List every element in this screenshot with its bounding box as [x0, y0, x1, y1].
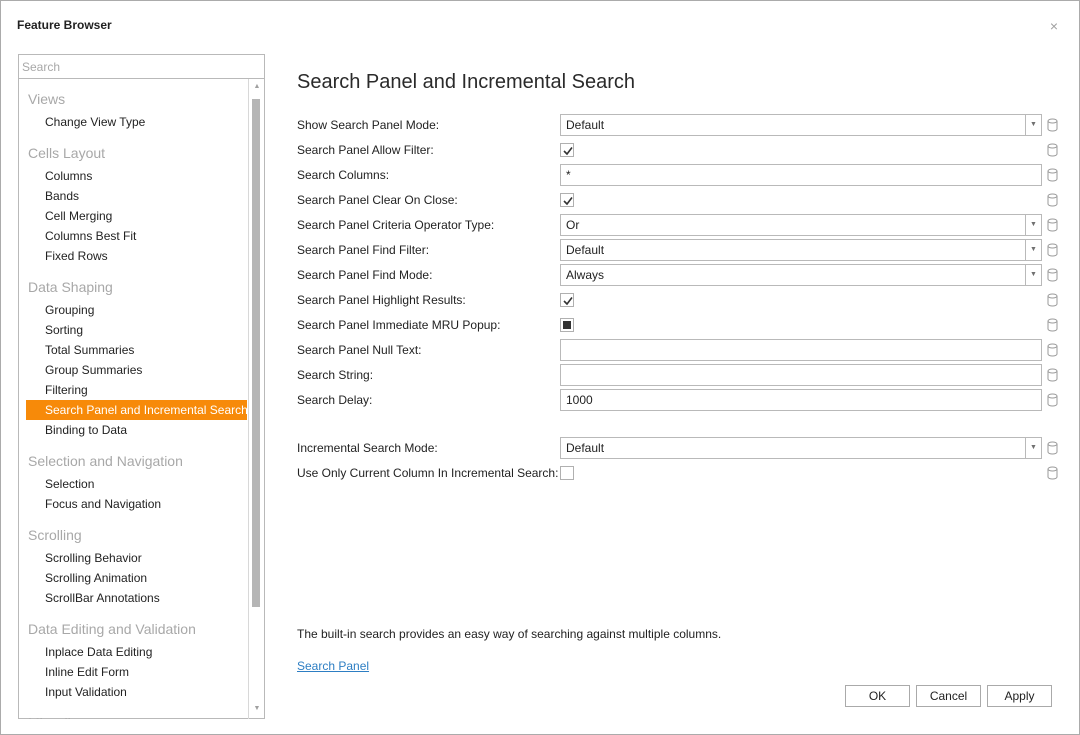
- property-combobox[interactable]: Default ▼: [560, 437, 1042, 459]
- chevron-down-icon[interactable]: ▼: [1025, 438, 1041, 458]
- combobox-value: Always: [566, 268, 605, 282]
- nav-item[interactable]: Columns: [26, 166, 247, 186]
- nav-item[interactable]: Selection: [26, 474, 247, 494]
- nav-category: Views: [28, 91, 66, 107]
- property-label: Search Panel Find Filter:: [297, 243, 430, 257]
- nav-item[interactable]: ScrollBar Annotations: [26, 588, 247, 608]
- property-label: Search Panel Allow Filter:: [297, 143, 434, 157]
- database-binding-icon[interactable]: [1047, 466, 1058, 480]
- property-text-input[interactable]: [560, 364, 1042, 386]
- database-binding-icon[interactable]: [1047, 343, 1058, 357]
- chevron-down-icon[interactable]: ▼: [1025, 215, 1041, 235]
- nav-item[interactable]: Sorting: [26, 320, 247, 340]
- nav-category: Miscellaneous: [28, 713, 117, 719]
- feature-list-scrollbar[interactable]: ▲ ▼: [248, 79, 264, 719]
- chevron-down-icon[interactable]: ▼: [1025, 115, 1041, 135]
- scroll-up-icon[interactable]: ▲: [253, 82, 261, 92]
- scrollbar-thumb[interactable]: [252, 99, 260, 607]
- combobox-value: Or: [566, 218, 580, 232]
- nav-item[interactable]: Grouping: [26, 300, 247, 320]
- feature-search-input[interactable]: [19, 55, 264, 79]
- nav-item[interactable]: Input Validation: [26, 682, 247, 702]
- property-checkbox[interactable]: [560, 293, 574, 307]
- nav-item[interactable]: Scrolling Animation: [26, 568, 247, 588]
- property-label: Search Panel Find Mode:: [297, 268, 433, 282]
- property-label: Search Panel Immediate MRU Popup:: [297, 318, 501, 332]
- property-combobox[interactable]: Always ▼: [560, 264, 1042, 286]
- nav-item[interactable]: Total Summaries: [26, 340, 247, 360]
- nav-item[interactable]: Filtering: [26, 380, 247, 400]
- nav-category: Cells Layout: [28, 145, 106, 161]
- database-binding-icon[interactable]: [1047, 243, 1058, 257]
- database-binding-icon[interactable]: [1047, 118, 1058, 132]
- property-checkbox[interactable]: [560, 466, 574, 480]
- property-label: Search Panel Criteria Operator Type:: [297, 218, 495, 232]
- scroll-down-icon[interactable]: ▼: [253, 704, 261, 714]
- nav-item[interactable]: Change View Type: [26, 112, 247, 132]
- nav-item[interactable]: Columns Best Fit: [26, 226, 247, 246]
- combobox-value: Default: [566, 243, 605, 257]
- database-binding-icon[interactable]: [1047, 441, 1058, 455]
- nav-item[interactable]: Inline Edit Form: [26, 662, 247, 682]
- database-binding-icon[interactable]: [1047, 193, 1058, 207]
- nav-item[interactable]: Cell Merging: [26, 206, 247, 226]
- feature-navigation-panel: Views Change View Type Cells Layout Columns…: [18, 54, 265, 719]
- nav-category: Selection and Navigation: [28, 453, 183, 469]
- nav-category: Data Shaping: [28, 279, 113, 295]
- nav-item[interactable]: Bands: [26, 186, 247, 206]
- feature-browser-window: Feature Browser × Views Change View Type C…: [0, 0, 1080, 735]
- apply-button[interactable]: Apply: [987, 685, 1052, 707]
- property-combobox[interactable]: Or ▼: [560, 214, 1042, 236]
- nav-item[interactable]: Inplace Data Editing: [26, 642, 247, 662]
- database-binding-icon[interactable]: [1047, 368, 1058, 382]
- database-binding-icon[interactable]: [1047, 293, 1058, 307]
- property-checkbox[interactable]: [560, 143, 574, 157]
- property-label: Incremental Search Mode:: [297, 441, 438, 455]
- property-label: Use Only Current Column In Incremental S…: [297, 466, 559, 480]
- property-combobox[interactable]: Default ▼: [560, 114, 1042, 136]
- ok-button[interactable]: OK: [845, 685, 910, 707]
- property-label: Search Panel Clear On Close:: [297, 193, 458, 207]
- nav-category: Data Editing and Validation: [28, 621, 196, 637]
- nav-item[interactable]: Binding to Data: [26, 420, 247, 440]
- property-checkbox[interactable]: [560, 318, 574, 332]
- property-text-input[interactable]: [560, 389, 1042, 411]
- combobox-value: Default: [566, 441, 605, 455]
- property-text-input[interactable]: [560, 339, 1042, 361]
- close-icon[interactable]: ×: [1047, 19, 1061, 33]
- nav-item[interactable]: Search Panel and Incremental Search: [26, 400, 248, 420]
- nav-item[interactable]: Focus and Navigation: [26, 494, 247, 514]
- nav-category: Scrolling: [28, 527, 82, 543]
- database-binding-icon[interactable]: [1047, 218, 1058, 232]
- chevron-down-icon[interactable]: ▼: [1025, 265, 1041, 285]
- feature-list: Views Change View Type Cells Layout Columns…: [19, 79, 248, 719]
- database-binding-icon[interactable]: [1047, 268, 1058, 282]
- combobox-value: Default: [566, 118, 605, 132]
- database-binding-icon[interactable]: [1047, 143, 1058, 157]
- window-title: Feature Browser: [17, 18, 112, 32]
- nav-item[interactable]: Group Summaries: [26, 360, 247, 380]
- indeterminate-icon: [563, 321, 571, 329]
- property-label: Search Panel Null Text:: [297, 343, 422, 357]
- property-label: Search Panel Highlight Results:: [297, 293, 466, 307]
- feature-description: The built-in search provides an easy way…: [297, 627, 722, 641]
- chevron-down-icon[interactable]: ▼: [1025, 240, 1041, 260]
- database-binding-icon[interactable]: [1047, 393, 1058, 407]
- cancel-button[interactable]: Cancel: [916, 685, 981, 707]
- search-panel-link[interactable]: Search Panel: [297, 659, 369, 673]
- database-binding-icon[interactable]: [1047, 318, 1058, 332]
- property-label: Search Delay:: [297, 393, 373, 407]
- database-binding-icon[interactable]: [1047, 168, 1058, 182]
- page-title: Search Panel and Incremental Search: [297, 71, 635, 93]
- property-checkbox[interactable]: [560, 193, 574, 207]
- property-label: Search Columns:: [297, 168, 390, 182]
- property-text-input[interactable]: [560, 164, 1042, 186]
- nav-item[interactable]: Fixed Rows: [26, 246, 247, 266]
- nav-item[interactable]: Scrolling Behavior: [26, 548, 247, 568]
- property-combobox[interactable]: Default ▼: [560, 239, 1042, 261]
- property-label: Search String:: [297, 368, 374, 382]
- property-label: Show Search Panel Mode:: [297, 118, 440, 132]
